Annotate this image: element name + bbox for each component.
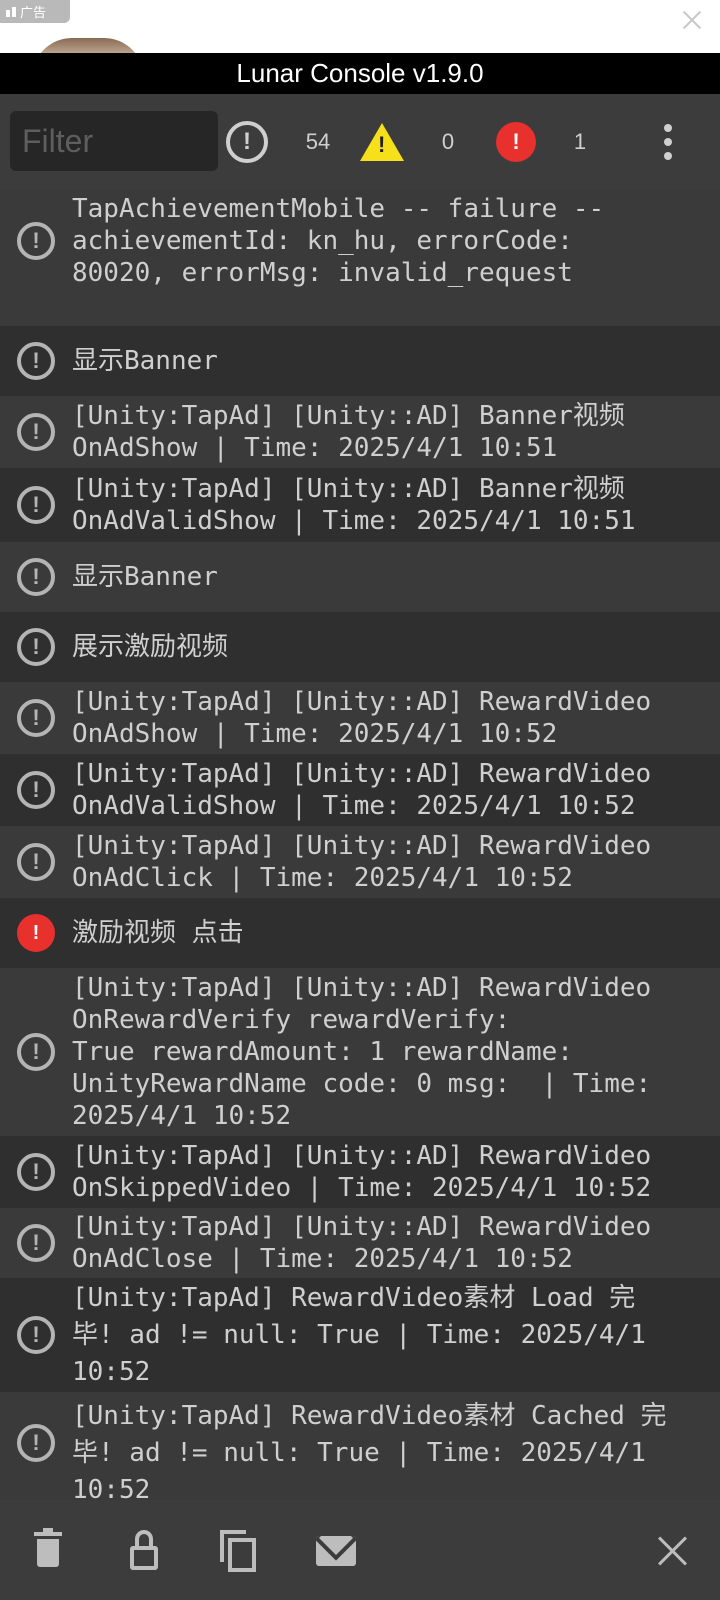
error-filter-toggle[interactable]: ! (492, 94, 540, 189)
console-bottom-bar (0, 1500, 720, 1600)
info-circle-icon: ! (17, 558, 55, 596)
log-row[interactable]: ! [Unity:TapAd] [Unity::AD] RewardVideo … (0, 754, 720, 826)
log-message: [Unity:TapAd] [Unity::AD] Banner视频 OnAdV… (72, 474, 636, 536)
info-circle-icon: ! (17, 413, 55, 451)
log-row[interactable]: ! [Unity:TapAd] [Unity::AD] Banner视频 OnA… (0, 468, 720, 542)
info-count: 54 (305, 128, 331, 154)
info-circle-icon: ! (17, 486, 55, 524)
log-message: TapAchievementMobile -- failure -- achie… (72, 193, 605, 288)
info-circle-icon: ! (17, 1224, 55, 1262)
console-toolbar: ! 54 ! 0 ! 1 (0, 94, 720, 189)
log-row[interactable]: ! [Unity:TapAd] [Unity::AD] RewardVideo … (0, 968, 720, 1136)
filter-input[interactable] (10, 111, 218, 171)
mail-icon[interactable] (316, 1530, 356, 1572)
log-list[interactable]: ! TapAchievementMobile -- failure -- ach… (0, 189, 720, 1500)
log-message: [Unity:TapAd] RewardVideo素材 Load 完 毕! ad… (72, 1282, 646, 1387)
ad-signal-icon (6, 6, 17, 17)
log-message: [Unity:TapAd] [Unity::AD] RewardVideo On… (72, 687, 652, 749)
info-circle-icon: ! (17, 771, 55, 809)
log-row[interactable]: ! 激励视频 点击 (0, 898, 720, 968)
warning-triangle-icon: ! (360, 122, 404, 161)
ad-banner[interactable]: 广告 (0, 0, 720, 78)
log-row[interactable]: ! [Unity:TapAd] RewardVideo素材 Load 完 毕! … (0, 1278, 720, 1392)
info-circle-icon: ! (17, 843, 55, 881)
log-row[interactable]: ! [Unity:TapAd] [Unity::AD] RewardVideo … (0, 682, 720, 754)
error-circle-icon: ! (17, 914, 55, 952)
more-vertical-icon (663, 123, 673, 160)
log-message: 显示Banner (72, 562, 218, 592)
log-row[interactable]: ! 展示激励视频 (0, 612, 720, 682)
info-filter-toggle[interactable]: ! (226, 94, 268, 189)
info-circle-icon: ! (17, 1033, 55, 1071)
log-message: 显示Banner (72, 346, 218, 376)
error-count: 1 (573, 128, 587, 154)
info-circle-icon: ! (17, 1316, 55, 1354)
log-message: [Unity:TapAd] [Unity::AD] RewardVideo On… (72, 973, 652, 1131)
trash-icon[interactable] (28, 1528, 68, 1572)
info-circle-icon: ! (17, 699, 55, 737)
log-message: [Unity:TapAd] [Unity::AD] Banner视频 OnAdS… (72, 401, 625, 463)
error-circle-icon: ! (496, 121, 536, 162)
warning-count: 0 (441, 128, 455, 154)
log-row[interactable]: ! [Unity:TapAd] [Unity::AD] RewardVideo … (0, 826, 720, 898)
log-message: [Unity:TapAd] [Unity::AD] RewardVideo On… (72, 759, 652, 821)
log-row[interactable]: ! [Unity:TapAd] [Unity::AD] RewardVideo … (0, 1136, 720, 1208)
info-circle-icon: ! (17, 221, 55, 260)
info-circle-icon: ! (17, 628, 55, 666)
info-circle-icon: ! (17, 1153, 55, 1191)
console-title: Lunar Console v1.9.0 (0, 53, 720, 94)
log-message: 激励视频 点击 (72, 918, 244, 948)
warning-filter-toggle[interactable]: ! (358, 94, 406, 189)
log-row[interactable]: ! 显示Banner (0, 542, 720, 612)
log-row[interactable]: ! 显示Banner (0, 326, 720, 396)
log-row[interactable]: ! [Unity:TapAd] RewardVideo素材 Cached 完 毕… (0, 1392, 720, 1500)
log-message: [Unity:TapAd] [Unity::AD] RewardVideo On… (72, 831, 652, 893)
lock-icon[interactable] (124, 1530, 164, 1572)
info-circle-icon: ! (226, 120, 268, 163)
log-message: [Unity:TapAd] RewardVideo素材 Cached 完 毕! … (72, 1401, 667, 1500)
close-icon[interactable] (652, 1530, 692, 1572)
ad-badge-label: 广告 (20, 6, 47, 21)
log-row[interactable]: ! TapAchievementMobile -- failure -- ach… (0, 189, 720, 326)
log-message: 展示激励视频 (72, 632, 229, 662)
info-circle-icon: ! (17, 1424, 55, 1462)
more-menu-button[interactable] (648, 94, 688, 189)
log-row[interactable]: ! [Unity:TapAd] [Unity::AD] RewardVideo … (0, 1208, 720, 1278)
log-message: [Unity:TapAd] [Unity::AD] RewardVideo On… (72, 1141, 652, 1203)
ad-badge: 广告 (0, 0, 70, 23)
info-circle-icon: ! (17, 342, 55, 380)
log-row[interactable]: ! [Unity:TapAd] [Unity::AD] Banner视频 OnA… (0, 396, 720, 468)
ad-close-icon[interactable] (680, 8, 704, 32)
copy-icon[interactable] (218, 1530, 258, 1572)
log-message: [Unity:TapAd] [Unity::AD] RewardVideo On… (72, 1212, 652, 1274)
